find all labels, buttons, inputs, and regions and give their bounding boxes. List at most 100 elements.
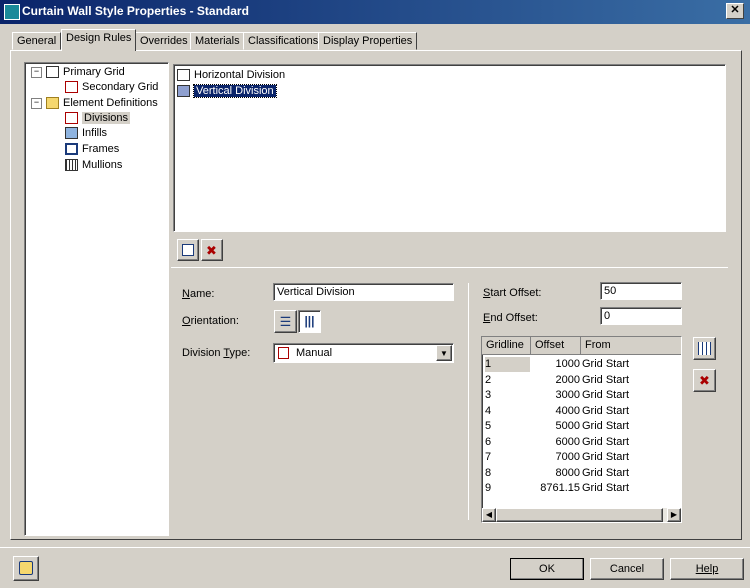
table-row[interactable]: 5 5000 Grid Start — [482, 419, 678, 435]
title-bar: Curtain Wall Style Properties - Standard… — [0, 0, 750, 24]
table-row[interactable]: 2 2000 Grid Start — [482, 373, 678, 389]
divider — [171, 267, 728, 268]
column-header-gridline[interactable]: Gridline — [482, 337, 531, 355]
tab-display-properties[interactable]: Display Properties — [318, 32, 418, 50]
scroll-left-icon[interactable]: ◀ — [482, 508, 496, 522]
tree-item-secondary-grid[interactable]: Secondary Grid — [65, 80, 158, 95]
tree-item-frames[interactable]: Frames — [65, 142, 119, 157]
column-header-offset[interactable]: Offset — [531, 337, 581, 355]
tab-overrides[interactable]: Overrides — [135, 32, 193, 50]
from-cell[interactable]: Grid Start — [582, 481, 678, 496]
vertical-division-icon — [177, 85, 190, 98]
cancel-button[interactable]: Cancel — [590, 558, 664, 580]
gridline-cell[interactable]: 9 — [485, 481, 530, 496]
tree-item-infills[interactable]: Infills — [65, 126, 107, 141]
list-item[interactable]: Vertical Division — [177, 84, 277, 99]
tree-item-divisions[interactable]: Divisions — [65, 111, 131, 126]
divider — [0, 547, 750, 548]
scroll-right-icon[interactable]: ▶ — [667, 508, 681, 522]
secondary-grid-icon — [65, 81, 78, 94]
close-button[interactable]: ✕ — [726, 3, 744, 19]
from-cell[interactable]: Grid Start — [582, 388, 678, 403]
offset-cell[interactable]: 8761.15 — [531, 481, 580, 496]
horizontal-scrollbar[interactable]: ◀ ▶ — [482, 508, 681, 522]
column-header-from[interactable]: From — [581, 337, 681, 355]
from-cell[interactable]: Grid Start — [582, 404, 678, 419]
offset-cell[interactable]: 6000 — [531, 435, 580, 450]
app-icon — [4, 4, 20, 20]
vertical-lines-icon: ||| — [304, 314, 315, 328]
tab-classifications[interactable]: Classifications — [243, 32, 324, 50]
gridline-cell[interactable]: 6 — [485, 435, 530, 450]
window-title: Curtain Wall Style Properties - Standard — [22, 4, 249, 18]
tab-materials[interactable]: Materials — [190, 32, 245, 50]
chevron-down-icon[interactable]: ▼ — [436, 345, 452, 361]
style-browser-icon — [19, 561, 33, 575]
offset-cell[interactable]: 2000 — [531, 373, 580, 388]
tab-design-rules[interactable]: Design Rules — [61, 29, 137, 51]
table-row[interactable]: 8 8000 Grid Start — [482, 466, 678, 482]
new-style-icon — [182, 244, 194, 256]
end-offset-label: End Offset: — [483, 312, 538, 324]
collapse-icon[interactable]: − — [31, 97, 42, 109]
gridline-cell[interactable]: 8 — [485, 466, 530, 481]
remove-gridline-button[interactable]: ✖ — [693, 369, 716, 392]
start-offset-input[interactable]: 50 — [600, 282, 682, 300]
name-input[interactable]: Vertical Division — [273, 283, 454, 301]
gridline-cell[interactable]: 5 — [485, 419, 530, 434]
ok-button[interactable]: OK — [510, 558, 584, 580]
division-type-select[interactable]: Manual ▼ — [273, 343, 454, 363]
mullions-icon — [65, 159, 78, 172]
scrollbar-thumb[interactable] — [496, 508, 663, 522]
name-label: Name: — [182, 288, 215, 300]
tree-item-mullions[interactable]: Mullions — [65, 158, 122, 173]
tree-item-primary-grid[interactable]: − Primary Grid — [31, 65, 125, 80]
add-gridline-button[interactable] — [693, 337, 716, 360]
vertical-orientation-button[interactable]: ||| — [298, 310, 321, 333]
horizontal-lines-icon: ☰ — [279, 314, 292, 329]
horizontal-orientation-button[interactable]: ☰ — [274, 310, 297, 333]
gridline-cell[interactable]: 1 — [485, 357, 530, 372]
tab-general[interactable]: General — [12, 32, 62, 50]
offset-cell[interactable]: 8000 — [531, 466, 580, 481]
offset-cell[interactable]: 3000 — [531, 388, 580, 403]
tree-item-element-definitions[interactable]: − Element Definitions — [31, 96, 158, 111]
table-row[interactable]: 6 6000 Grid Start — [482, 435, 678, 451]
start-offset-label: Start Offset: — [483, 287, 542, 299]
table-row[interactable]: 7 7000 Grid Start — [482, 450, 678, 466]
gridline-cell[interactable]: 2 — [485, 373, 530, 388]
from-cell[interactable]: Grid Start — [582, 450, 678, 465]
from-cell[interactable]: Grid Start — [582, 466, 678, 481]
gridline-table[interactable]: Gridline Offset From 1 1000 Grid Start 2 200… — [481, 336, 682, 523]
remove-gridline-icon: ✖ — [699, 373, 710, 388]
offset-cell[interactable]: 7000 — [531, 450, 580, 465]
collapse-icon[interactable]: − — [31, 66, 42, 78]
help-button[interactable]: Help — [670, 558, 744, 580]
gridline-cell[interactable]: 3 — [485, 388, 530, 403]
from-cell[interactable]: Grid Start — [582, 357, 678, 372]
offset-cell[interactable]: 5000 — [531, 419, 580, 434]
table-row[interactable]: 1 1000 Grid Start — [482, 357, 678, 373]
style-browser-button[interactable] — [13, 556, 39, 581]
tree-view[interactable]: − Primary Grid Secondary Grid − Element De… — [24, 62, 169, 536]
remove-division-button[interactable]: ✖ — [201, 239, 223, 261]
offset-cell[interactable]: 4000 — [531, 404, 580, 419]
end-offset-input[interactable]: 0 — [600, 307, 682, 325]
table-row[interactable]: 9 8761.15 Grid Start — [482, 481, 678, 497]
from-cell[interactable]: Grid Start — [582, 419, 678, 434]
gridline-cell[interactable]: 7 — [485, 450, 530, 465]
offset-cell[interactable]: 1000 — [531, 357, 580, 372]
table-row[interactable]: 3 3000 Grid Start — [482, 388, 678, 404]
manual-icon — [278, 347, 289, 359]
from-cell[interactable]: Grid Start — [582, 373, 678, 388]
gridline-cell[interactable]: 4 — [485, 404, 530, 419]
new-division-button[interactable] — [177, 239, 199, 261]
from-cell[interactable]: Grid Start — [582, 435, 678, 450]
list-item[interactable]: Horizontal Division — [177, 68, 285, 83]
add-gridline-icon — [698, 342, 711, 355]
division-list[interactable]: Horizontal Division Vertical Division — [173, 64, 726, 232]
primary-grid-icon — [46, 66, 59, 79]
table-row[interactable]: 4 4000 Grid Start — [482, 404, 678, 420]
horizontal-division-icon — [177, 69, 190, 82]
orientation-label: Orientation: — [182, 315, 239, 327]
